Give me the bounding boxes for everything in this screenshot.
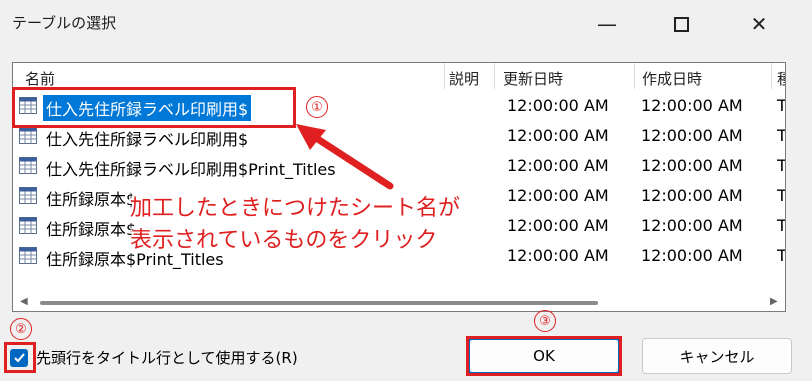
column-divider[interactable] (634, 63, 635, 89)
table-icon (19, 127, 37, 144)
title-bar: テーブルの選択 — ✕ (0, 0, 812, 48)
column-header-name[interactable]: 名前 (25, 68, 55, 89)
table-icon (19, 217, 37, 234)
row-modified: 12:00:00 AM (507, 216, 609, 235)
row-type: T (777, 156, 786, 175)
table-icon (19, 247, 37, 264)
row-modified: 12:00:00 AM (507, 126, 609, 145)
column-divider[interactable] (494, 63, 495, 89)
row-created: 12:00:00 AM (641, 126, 743, 145)
close-icon: ✕ (750, 12, 768, 36)
annotation-line-2: 表示されているものをクリック (130, 228, 438, 253)
row-modified: 12:00:00 AM (507, 186, 609, 205)
column-header-modified[interactable]: 更新日時 (503, 68, 563, 89)
header-row-checkbox-label: 先頭行をタイトル行として使用する(R) (36, 349, 298, 367)
row-created: 12:00:00 AM (641, 186, 743, 205)
maximize-icon (673, 16, 689, 32)
row-name: 仕入先住所録ラベル印刷用$ (46, 130, 249, 149)
row-type: T (777, 216, 786, 235)
column-divider[interactable] (771, 63, 772, 89)
pointer-arrow-icon (296, 124, 394, 190)
row-type: T (777, 126, 786, 145)
maximize-button[interactable] (658, 0, 704, 48)
annotation-line-1: 加工したときにつけたシート名が (130, 196, 461, 221)
table-icon (19, 187, 37, 204)
close-button[interactable]: ✕ (736, 0, 782, 48)
step-marker-3: ③ (534, 310, 556, 332)
step-marker-1: ① (306, 96, 328, 118)
scroll-left-icon[interactable]: ◀ (20, 296, 28, 307)
row-created: 12:00:00 AM (641, 96, 743, 115)
column-header-description[interactable]: 説明 (449, 68, 479, 89)
row-modified: 12:00:00 AM (507, 246, 609, 265)
row-name: 住所録原本$ (46, 220, 137, 239)
highlight-box-row (12, 87, 296, 128)
window-title: テーブルの選択 (12, 14, 117, 32)
header-row-option[interactable]: 先頭行をタイトル行として使用する(R) (10, 347, 298, 368)
row-modified: 12:00:00 AM (507, 96, 609, 115)
column-divider[interactable] (444, 63, 445, 89)
row-created: 12:00:00 AM (641, 156, 743, 175)
row-type: T (777, 186, 786, 205)
step-marker-2: ② (10, 318, 32, 340)
minimize-button[interactable]: — (584, 0, 630, 48)
row-modified: 12:00:00 AM (507, 156, 609, 175)
row-type: T (777, 246, 786, 265)
column-header-created[interactable]: 作成日時 (642, 68, 702, 89)
row-name: 住所録原本$ (46, 190, 137, 209)
row-created: 12:00:00 AM (641, 216, 743, 235)
row-created: 12:00:00 AM (641, 246, 743, 265)
minimize-icon: — (597, 12, 617, 36)
cancel-button[interactable]: キャンセル (642, 338, 792, 374)
scroll-right-icon[interactable]: ▶ (770, 296, 778, 307)
highlight-box-checkbox (4, 342, 36, 373)
highlight-box-ok (466, 336, 622, 376)
table-icon (19, 157, 37, 174)
column-header-type[interactable]: 種 (777, 68, 785, 89)
scrollbar-thumb[interactable] (40, 301, 598, 305)
row-type: T (777, 96, 786, 115)
table-select-dialog: テーブルの選択 — ✕ 名前 説明 更新日時 作成日時 種 仕入先住所録ラベル印… (0, 0, 812, 381)
horizontal-scrollbar[interactable]: ◀ ▶ (14, 294, 786, 312)
